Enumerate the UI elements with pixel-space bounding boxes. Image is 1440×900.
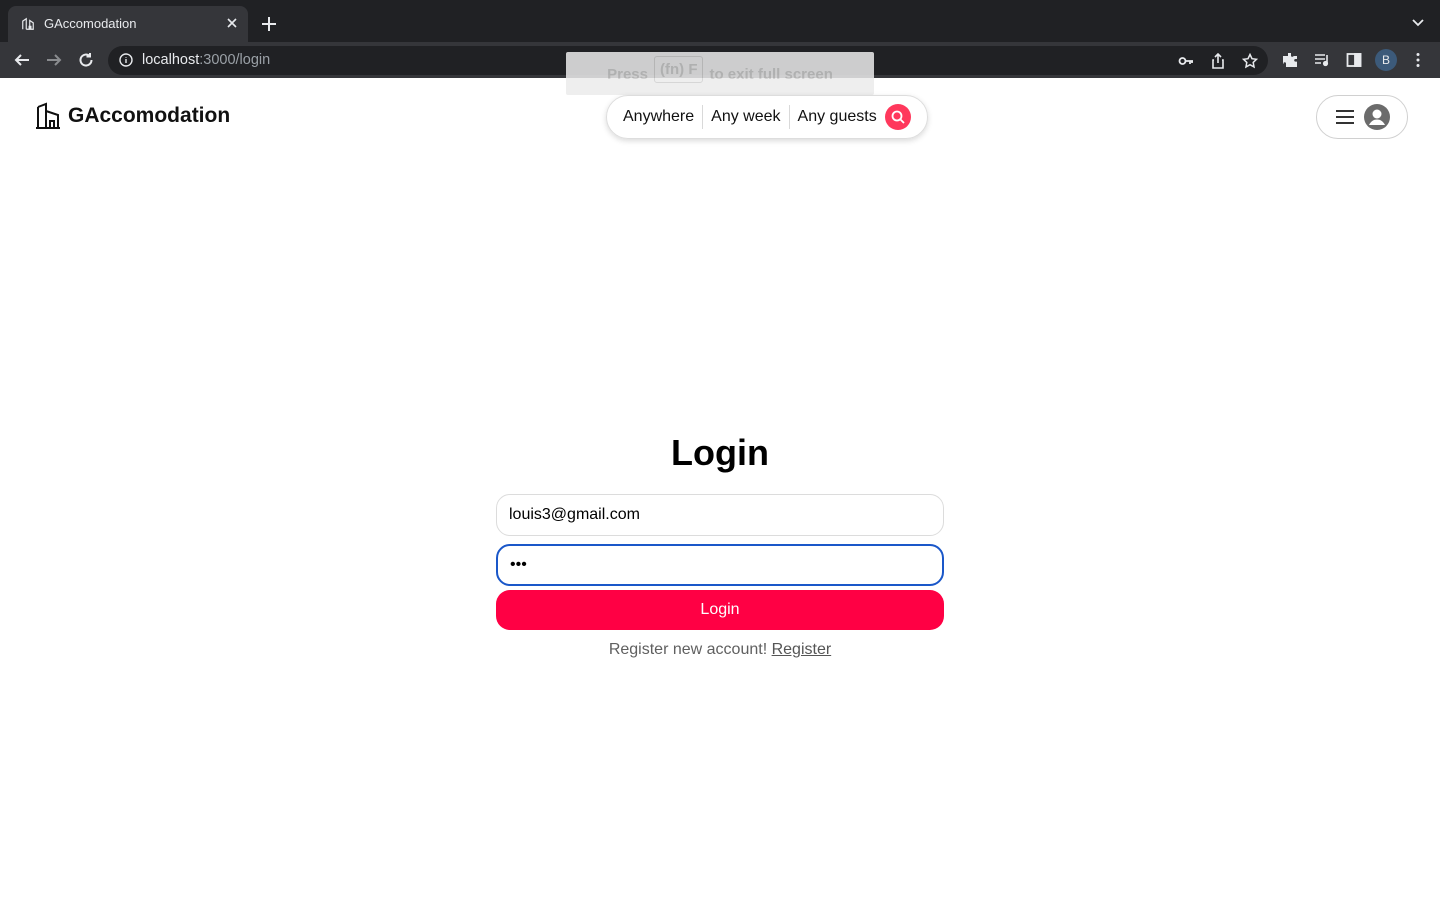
- browser-tab[interactable]: GAccomodation: [8, 6, 248, 42]
- email-field[interactable]: [496, 494, 944, 536]
- search-button[interactable]: [884, 104, 911, 130]
- bookmark-star-icon[interactable]: [1242, 53, 1258, 69]
- media-queue-icon[interactable]: [1314, 52, 1330, 68]
- url-host: localhost: [142, 52, 200, 68]
- site-info-icon[interactable]: [119, 53, 133, 67]
- brand-logo[interactable]: GAccomodation: [34, 102, 230, 130]
- tab-title: GAccomodation: [44, 16, 137, 31]
- hamburger-menu-icon: [1336, 110, 1354, 124]
- back-arrow-icon[interactable]: [14, 52, 30, 68]
- search-when[interactable]: Any week: [711, 108, 780, 126]
- share-icon[interactable]: [1210, 53, 1226, 69]
- reload-icon[interactable]: [78, 52, 94, 68]
- kebab-menu-icon[interactable]: [1410, 52, 1426, 68]
- url-path: :3000/login: [199, 52, 271, 68]
- password-field[interactable]: [496, 544, 944, 586]
- search-divider: [702, 105, 704, 129]
- user-avatar-icon: [1364, 104, 1390, 130]
- search-icon: [891, 110, 905, 124]
- search-who[interactable]: Any guests: [798, 108, 877, 126]
- login-button[interactable]: Login: [496, 590, 944, 630]
- app-header: GAccomodation Anywhere Any week Any gues…: [0, 78, 1440, 158]
- url-text[interactable]: localhost:3000/login: [142, 52, 270, 68]
- user-menu-button[interactable]: [1316, 95, 1408, 139]
- building-logo-icon: [36, 102, 60, 129]
- profile-avatar[interactable]: B: [1375, 49, 1397, 71]
- login-heading: Login: [671, 432, 769, 473]
- register-prompt: Register new account! Register: [0, 641, 1440, 659]
- side-panel-icon[interactable]: [1346, 52, 1362, 68]
- search-bar[interactable]: Anywhere Any week Any guests: [606, 95, 928, 139]
- browser-tab-strip: GAccomodation: [0, 0, 1440, 42]
- house-favicon-icon: [22, 17, 34, 30]
- tab-search-chevron-icon[interactable]: [1412, 19, 1424, 27]
- new-tab-icon[interactable]: [262, 17, 276, 31]
- register-link[interactable]: Register: [772, 641, 832, 658]
- forward-arrow-icon[interactable]: [46, 52, 62, 68]
- brand-name: GAccomodation: [68, 104, 231, 127]
- search-where[interactable]: Anywhere: [623, 108, 694, 126]
- close-tab-icon[interactable]: [226, 17, 238, 29]
- search-divider: [788, 105, 790, 129]
- key-icon[interactable]: [1178, 53, 1194, 69]
- extensions-puzzle-icon[interactable]: [1282, 52, 1298, 68]
- register-prompt-text: Register new account!: [608, 641, 768, 658]
